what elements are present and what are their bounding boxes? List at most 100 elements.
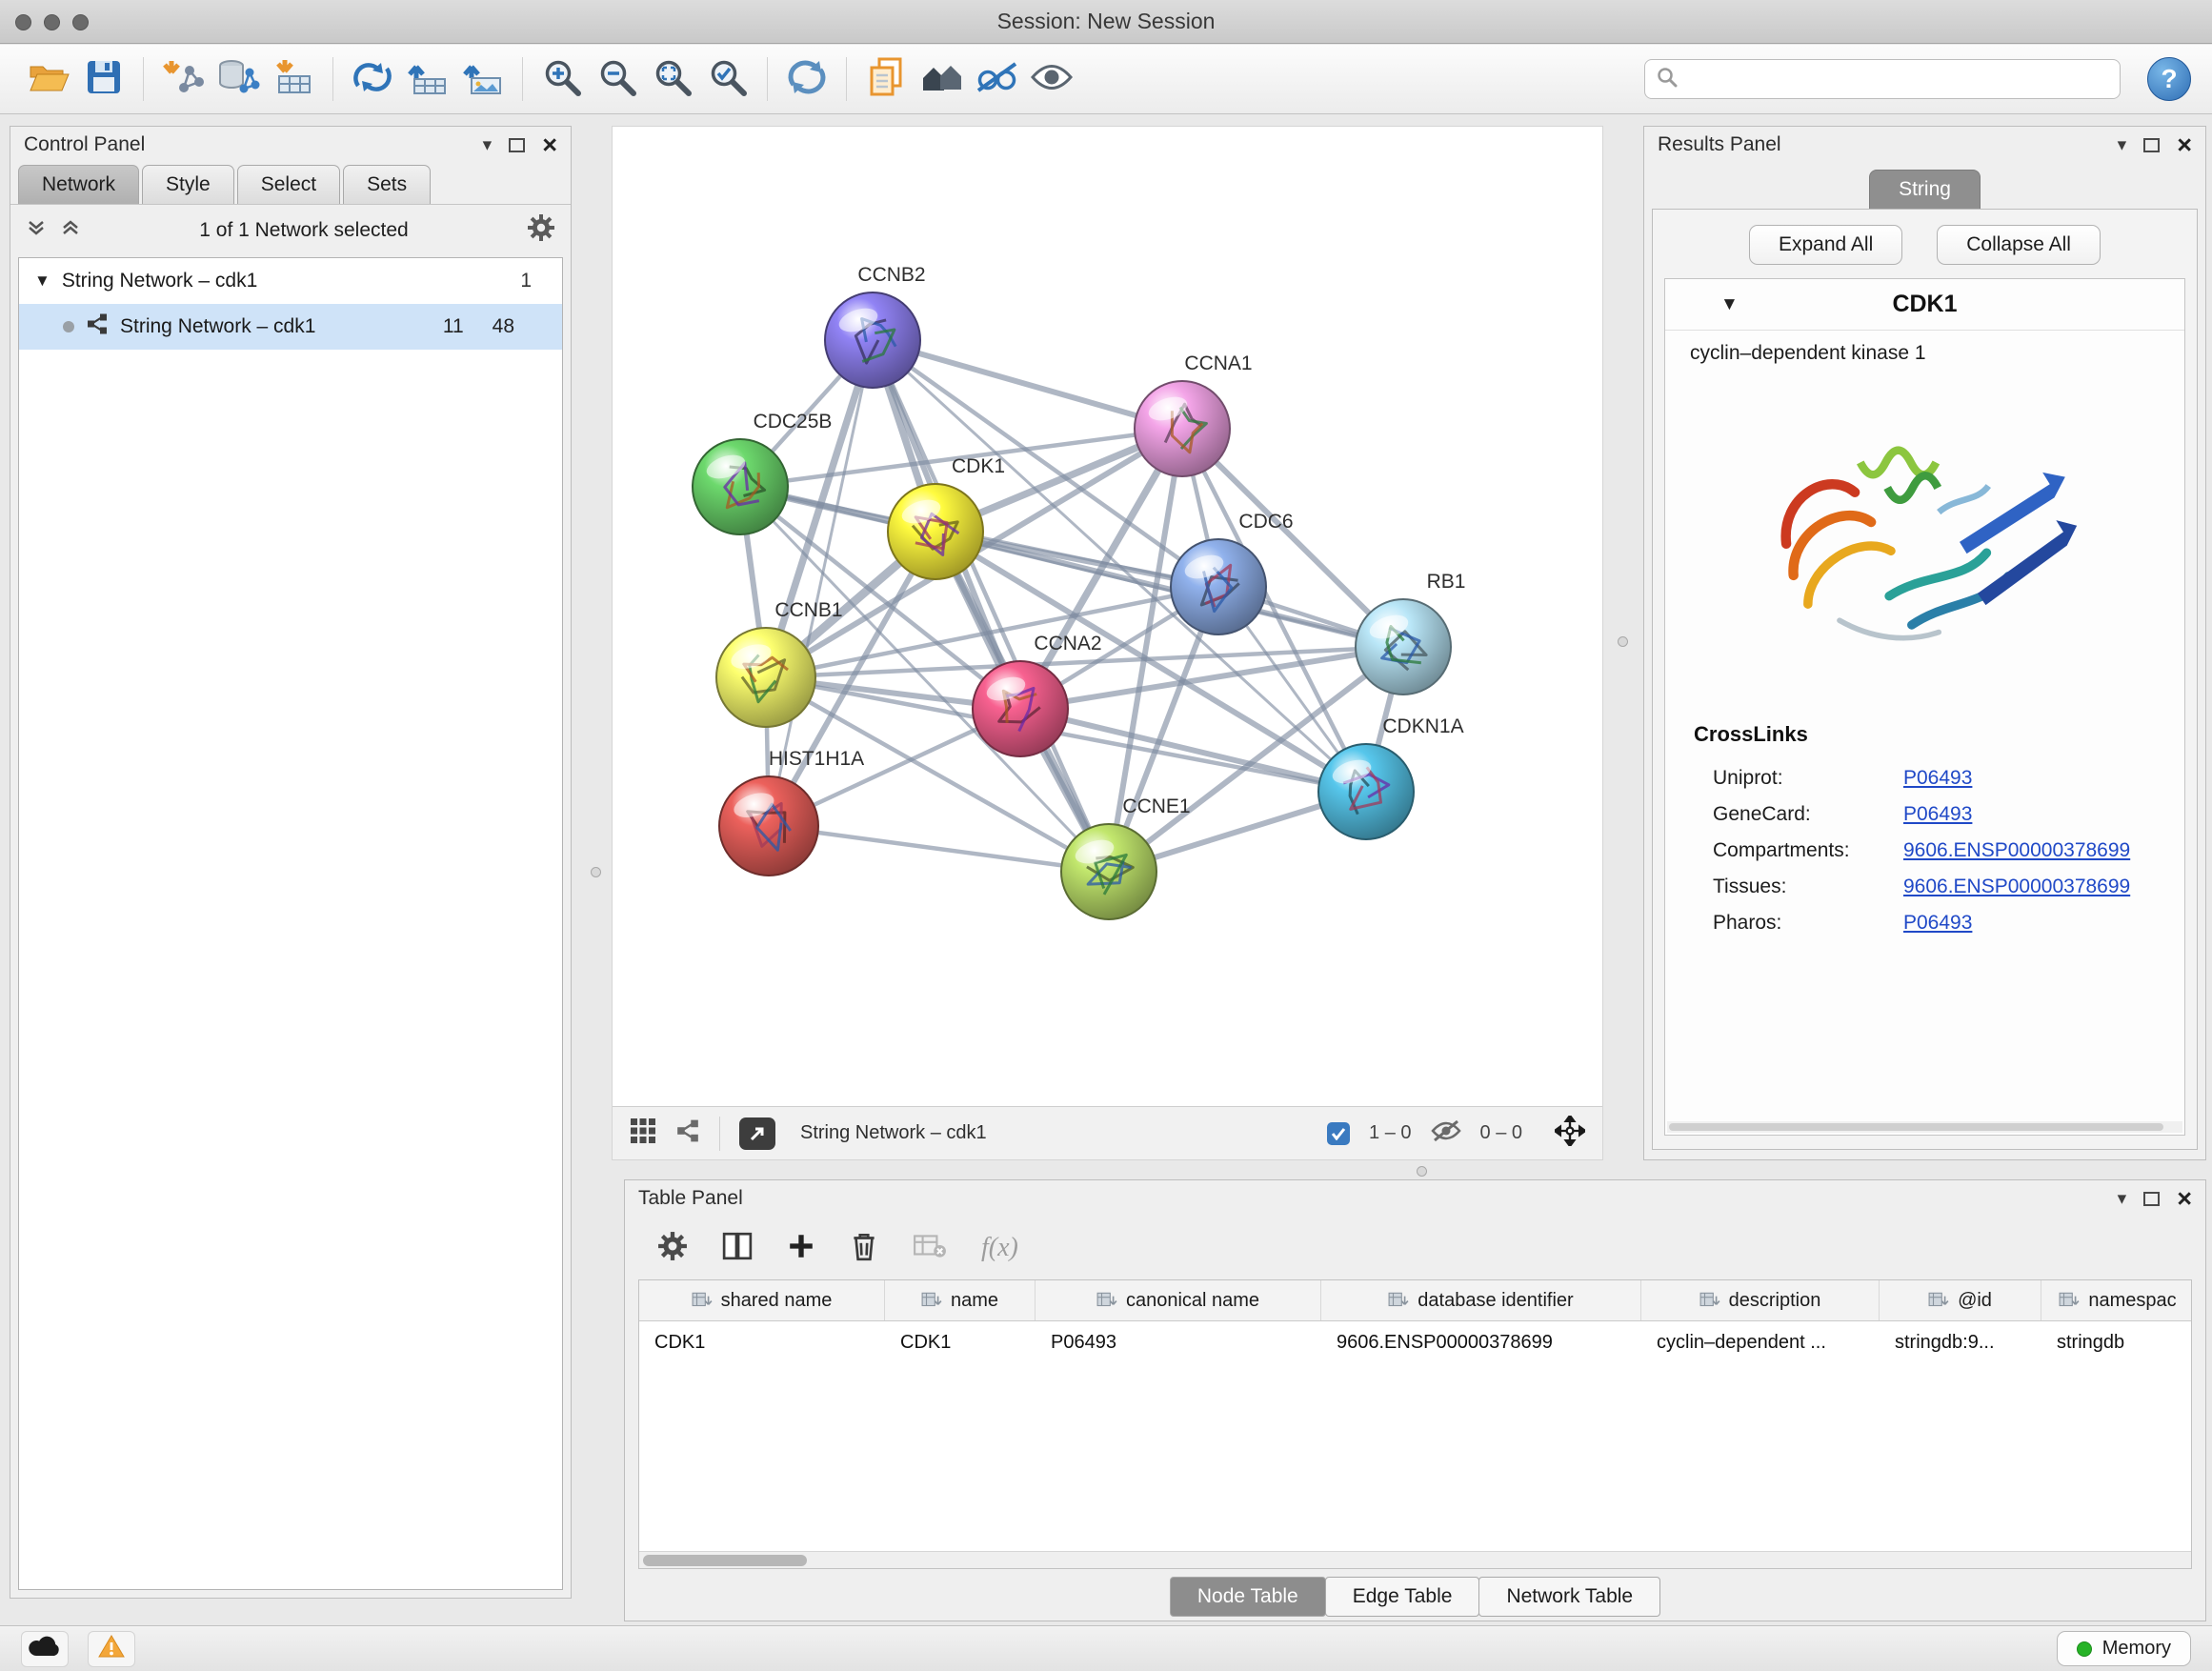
network-node-cdkn1a[interactable] — [1318, 744, 1414, 839]
window-close-button[interactable] — [15, 14, 31, 30]
panel-menu-caret-icon[interactable]: ▾ — [483, 136, 493, 154]
warnings-button[interactable] — [88, 1631, 135, 1667]
copy-document-button[interactable] — [858, 51, 914, 107]
selected-checkbox-icon[interactable] — [1327, 1122, 1350, 1145]
zoom-fit-button[interactable] — [645, 51, 700, 107]
tab-node-table[interactable]: Node Table — [1170, 1577, 1326, 1617]
pan-crosshair-icon[interactable] — [1555, 1116, 1585, 1152]
network-edge[interactable] — [769, 826, 1109, 872]
network-node-cdk1[interactable] — [888, 484, 983, 579]
network-edge[interactable] — [873, 340, 1109, 872]
window-minimize-button[interactable] — [44, 14, 60, 30]
panel-menu-caret-icon[interactable]: ▾ — [2118, 1190, 2127, 1208]
panel-close-icon[interactable]: × — [542, 132, 557, 158]
crosslink-label: GeneCard: — [1713, 803, 1903, 826]
tab-style[interactable]: Style — [142, 165, 234, 204]
delete-column-trash-icon[interactable] — [850, 1230, 878, 1267]
grid-view-icon[interactable] — [630, 1117, 656, 1150]
crosslink-uniprot-link[interactable]: P06493 — [1903, 767, 1972, 790]
tab-select[interactable]: Select — [237, 165, 340, 204]
cloud-button[interactable] — [21, 1631, 69, 1667]
zoom-out-button[interactable] — [590, 51, 645, 107]
crosslink-genecard-link[interactable]: P06493 — [1903, 803, 1972, 826]
search-input[interactable] — [1685, 69, 2108, 91]
panel-close-icon[interactable]: × — [2177, 132, 2192, 158]
network-node-ccna1[interactable] — [1135, 381, 1230, 476]
tab-sets[interactable]: Sets — [343, 165, 431, 204]
expand-all-button[interactable]: Expand All — [1749, 225, 1902, 265]
splitter-handle[interactable] — [1417, 1166, 1427, 1177]
network-node-hist1h1a[interactable] — [719, 776, 818, 876]
export-image-button[interactable] — [455, 51, 511, 107]
panel-float-icon[interactable] — [2143, 1192, 2160, 1206]
network-node-ccnb1[interactable] — [716, 628, 815, 727]
panel-menu-caret-icon[interactable]: ▾ — [2118, 136, 2127, 154]
scrollbar-thumb[interactable] — [643, 1555, 807, 1566]
help-button[interactable]: ? — [2147, 57, 2191, 101]
network-canvas[interactable]: CCNB2CCNA1CDC25BCDK1CDC6RB1CCNB1CCNA2CDK… — [613, 127, 1602, 1106]
expand-all-icon[interactable] — [60, 217, 81, 244]
results-panel: Results Panel ▾ × String Expand All Coll… — [1643, 126, 2206, 1160]
select-columns-icon[interactable] — [722, 1232, 753, 1265]
zoom-selected-button[interactable] — [700, 51, 755, 107]
memory-button[interactable]: Memory — [2057, 1631, 2191, 1666]
tab-network[interactable]: Network — [18, 165, 139, 204]
search-field[interactable] — [1644, 59, 2121, 99]
open-session-button[interactable] — [21, 51, 76, 107]
table-horizontal-scrollbar[interactable] — [639, 1551, 2191, 1568]
network-node-cdc6[interactable] — [1171, 539, 1266, 634]
network-collection-row[interactable]: ▼ String Network – cdk1 1 — [19, 258, 562, 304]
collapse-all-button[interactable]: Collapse All — [1937, 225, 2101, 265]
home-button[interactable] — [914, 51, 969, 107]
export-network-button[interactable] — [345, 51, 400, 107]
column-header-name[interactable]: name — [885, 1280, 1036, 1320]
export-table-button[interactable] — [400, 51, 455, 107]
import-network-file-button[interactable] — [155, 51, 211, 107]
graphics-details-button[interactable] — [969, 51, 1024, 107]
column-header-id[interactable]: @id — [1880, 1280, 2041, 1320]
collapse-caret-icon[interactable]: ▼ — [1720, 294, 1739, 315]
import-table-button[interactable] — [266, 51, 321, 107]
network-node-cdc25b[interactable] — [693, 439, 788, 534]
tab-edge-table[interactable]: Edge Table — [1325, 1577, 1480, 1617]
crosslink-pharos-link[interactable]: P06493 — [1903, 912, 1972, 935]
table-settings-gear-icon[interactable] — [657, 1231, 688, 1266]
network-node-ccna2[interactable] — [973, 661, 1068, 756]
hidden-eye-slash-icon[interactable] — [1431, 1119, 1461, 1148]
column-header-canonical-name[interactable]: canonical name — [1036, 1280, 1321, 1320]
panel-close-icon[interactable]: × — [2177, 1186, 2192, 1212]
crosslink-compartments-link[interactable]: 9606.ENSP00000378699 — [1903, 839, 2130, 862]
tree-expand-caret-icon[interactable]: ▼ — [34, 272, 50, 291]
show-hide-button[interactable] — [1024, 51, 1079, 107]
table-panel-header: Table Panel ▾ × — [625, 1180, 2205, 1217]
column-header-database-identifier[interactable]: database identifier — [1321, 1280, 1641, 1320]
tab-network-table[interactable]: Network Table — [1478, 1577, 1660, 1617]
network-share-icon[interactable] — [675, 1119, 700, 1148]
network-node-rb1[interactable] — [1356, 599, 1451, 695]
network-row[interactable]: String Network – cdk1 11 48 — [19, 304, 562, 350]
window-zoom-button[interactable] — [72, 14, 89, 30]
splitter-handle[interactable] — [591, 867, 601, 877]
results-horizontal-scrollbar[interactable] — [1667, 1121, 2182, 1133]
save-session-button[interactable] — [76, 51, 131, 107]
table-row[interactable]: CDK1CDK1P064939606.ENSP00000378699cyclin… — [639, 1321, 2191, 1363]
panel-float-icon[interactable] — [2143, 138, 2160, 152]
collapse-all-icon[interactable] — [26, 217, 47, 244]
zoom-in-button[interactable] — [534, 51, 590, 107]
tab-string[interactable]: String — [1869, 170, 1981, 209]
crosslink-label: Pharos: — [1713, 912, 1903, 935]
protein-card-header[interactable]: ▼ CDK1 — [1665, 279, 2184, 331]
gear-icon[interactable] — [527, 213, 555, 248]
detach-view-button[interactable] — [739, 1117, 775, 1150]
column-header-shared-name[interactable]: shared name — [639, 1280, 885, 1320]
crosslink-tissues-link[interactable]: 9606.ENSP00000378699 — [1903, 876, 2130, 898]
column-header-description[interactable]: description — [1641, 1280, 1880, 1320]
column-header-namespac[interactable]: namespac — [2041, 1280, 2192, 1320]
panel-float-icon[interactable] — [509, 138, 525, 152]
add-column-plus-icon[interactable] — [787, 1232, 815, 1265]
network-node-ccne1[interactable] — [1061, 824, 1156, 919]
apply-layout-button[interactable] — [779, 51, 835, 107]
network-node-ccnb2[interactable] — [825, 292, 920, 388]
import-network-database-button[interactable] — [211, 51, 266, 107]
splitter-handle[interactable] — [1618, 636, 1628, 647]
